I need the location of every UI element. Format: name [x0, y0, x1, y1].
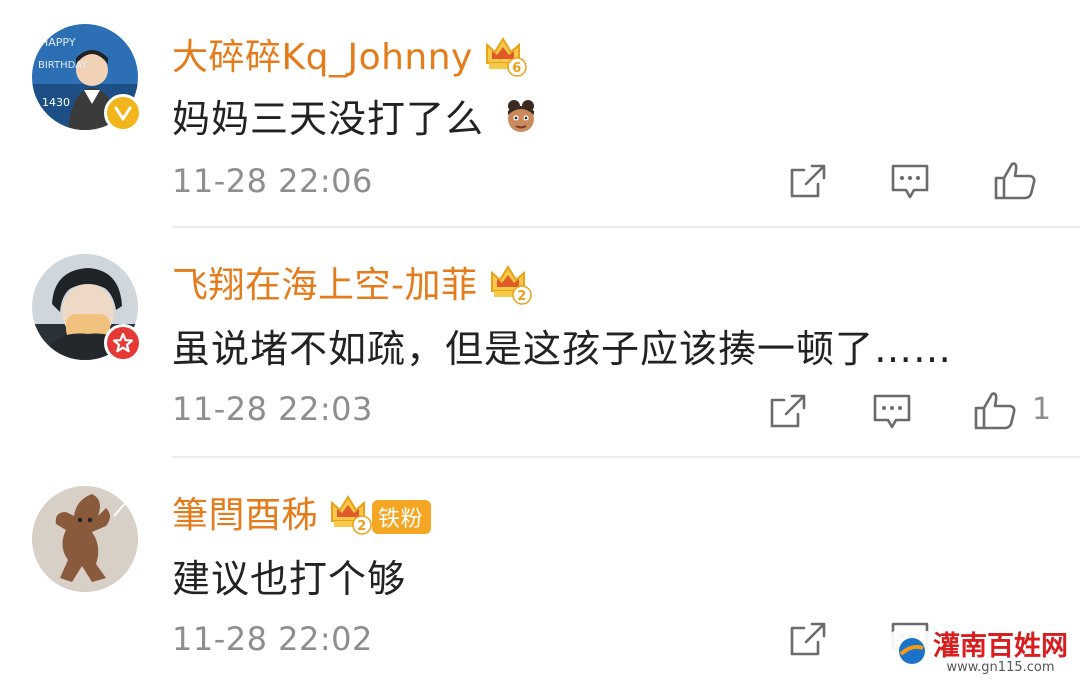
verified-badge-icon [104, 94, 142, 132]
reply-icon[interactable] [870, 390, 914, 434]
comment-time: 11-28 22:03 [172, 390, 373, 428]
username-label[interactable]: 飞翔在海上空-加菲 [172, 265, 478, 306]
avatar-text: BIRTHDAY [38, 60, 88, 71]
avatar-text: 1430 [42, 96, 70, 109]
comment-time: 11-28 22:02 [172, 620, 373, 658]
like-count: 1 [1032, 392, 1052, 427]
username[interactable]: 大碎碎Kq_Johnny 6 [172, 28, 527, 86]
avatar[interactable] [32, 486, 138, 592]
member-level-icon: 2 [328, 491, 372, 544]
comment-text: 建议也打个够 [172, 557, 407, 601]
fan-badge: 铁粉 [372, 500, 432, 534]
comment-text: 妈妈三天没打了么 [172, 88, 541, 146]
member-level-icon: 6 [483, 33, 527, 86]
like-icon[interactable] [972, 388, 1016, 432]
watermark-logo-icon [897, 636, 927, 670]
share-icon[interactable] [786, 160, 830, 204]
member-level-icon: 2 [488, 261, 532, 314]
watermark-url: www.gn115.com [946, 659, 1055, 675]
verified-badge-icon [104, 324, 142, 362]
share-icon[interactable] [786, 618, 830, 662]
fan-badge-label: 铁粉 [378, 507, 424, 532]
avatar[interactable]: HAPPY BIRTHDAY 1430 [32, 24, 142, 132]
avatar[interactable] [32, 254, 142, 362]
comment-time: 11-28 22:06 [172, 162, 373, 200]
username[interactable]: 飞翔在海上空-加菲 2 [172, 256, 532, 314]
username-label[interactable]: 筆閆酉秭 [172, 495, 318, 536]
share-icon[interactable] [766, 390, 810, 434]
comment-text: 虽说堵不如疏，但是这孩子应该揍一顿了…… [172, 327, 953, 371]
emoji-icon [501, 97, 541, 146]
avatar-text: HAPPY [40, 36, 76, 49]
svg-text:2: 2 [357, 519, 367, 534]
username-label[interactable]: 大碎碎Kq_Johnny [172, 37, 473, 78]
watermark: 灌南百姓网 www.gn115.com [891, 631, 1074, 675]
like-icon[interactable] [992, 158, 1036, 202]
svg-text:6: 6 [512, 61, 522, 76]
watermark-title: 灌南百姓网 [933, 630, 1068, 662]
comment-text-content: 妈妈三天没打了么 [172, 97, 485, 141]
comment-item: HAPPY BIRTHDAY 1430 大碎碎Kq_Johnny 6 妈妈三天没… [0, 0, 1080, 228]
comment-item: 飞翔在海上空-加菲 2 虽说堵不如疏，但是这孩子应该揍一顿了…… 11-28 2… [0, 228, 1080, 458]
svg-text:2: 2 [517, 289, 527, 304]
reply-icon[interactable] [888, 160, 932, 204]
username[interactable]: 筆閆酉秭 2 铁粉 [172, 486, 432, 544]
